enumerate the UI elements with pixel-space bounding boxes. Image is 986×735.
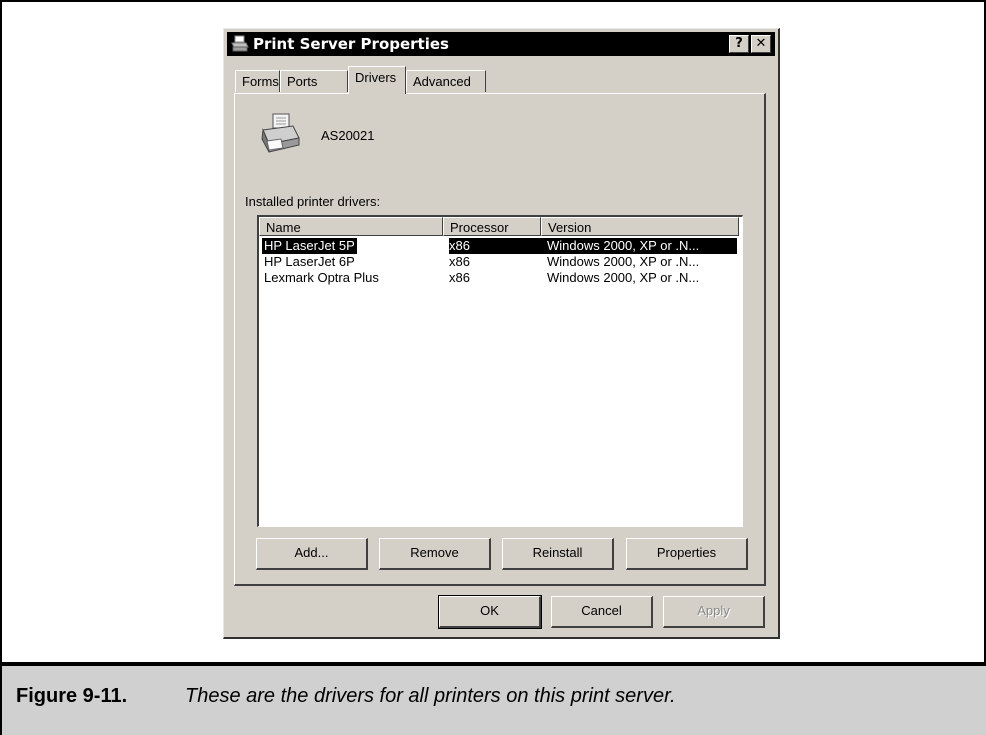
apply-button[interactable]: Apply [663, 596, 765, 628]
column-label: Name [266, 220, 301, 235]
ok-button[interactable]: OK [438, 595, 542, 629]
properties-button[interactable]: Properties [626, 538, 748, 570]
column-header-version[interactable]: Version [541, 217, 739, 236]
tab-label: Forms [242, 74, 279, 89]
driver-processor: x86 [449, 254, 470, 269]
list-header: Name Processor Version [259, 217, 742, 237]
list-item[interactable]: HP LaserJet 5P x86 Windows 2000, XP or .… [259, 238, 737, 254]
driver-name: Lexmark Optra Plus [264, 270, 379, 285]
column-label: Processor [450, 220, 509, 235]
help-button[interactable]: ? [729, 35, 749, 53]
button-label: Remove [410, 545, 459, 560]
driver-version: Windows 2000, XP or .N... [547, 254, 700, 269]
figure-number: Figure 9-11. [16, 685, 128, 707]
button-label: Apply [697, 603, 730, 618]
tab-advanced[interactable]: Advanced [406, 70, 486, 92]
help-icon: ? [735, 36, 743, 51]
reinstall-button[interactable]: Reinstall [502, 538, 614, 570]
server-name: AS20021 [321, 128, 375, 143]
button-label: Cancel [581, 603, 622, 618]
driver-processor: x86 [449, 270, 470, 285]
cancel-button[interactable]: Cancel [551, 596, 653, 628]
tab-label: Advanced [413, 74, 471, 89]
button-label: Properties [656, 545, 717, 560]
print-server-properties-dialog: Print Server Properties ? ✕ Forms Ports … [223, 28, 780, 639]
driver-version: Windows 2000, XP or .N... [547, 238, 700, 253]
title-bar[interactable]: Print Server Properties ? ✕ [227, 32, 775, 56]
list-item[interactable]: HP LaserJet 6P x86 Windows 2000, XP or .… [259, 254, 737, 270]
tab-drivers[interactable]: Drivers [348, 66, 406, 94]
close-icon: ✕ [755, 36, 767, 51]
drivers-panel: AS20021 Installed printer drivers: Name … [234, 93, 766, 586]
button-label: Reinstall [532, 545, 583, 560]
dialog-title: Print Server Properties [253, 35, 449, 53]
figure-caption-text: These are the drivers for all printers o… [185, 685, 676, 707]
column-header-processor[interactable]: Processor [443, 217, 541, 236]
tab-label: Ports [287, 74, 318, 89]
printer-icon [231, 35, 249, 52]
driver-version: Windows 2000, XP or .N... [547, 270, 700, 285]
column-label: Version [548, 220, 592, 235]
tab-forms[interactable]: Forms [235, 70, 280, 92]
column-header-name[interactable]: Name [259, 217, 443, 236]
driver-name: HP LaserJet 5P [262, 238, 357, 254]
tab-label: Drivers [355, 70, 397, 85]
button-label: Add... [294, 545, 329, 560]
driver-processor: x86 [449, 238, 470, 253]
close-button[interactable]: ✕ [751, 35, 771, 53]
remove-button[interactable]: Remove [379, 538, 491, 570]
add-button[interactable]: Add... [256, 538, 368, 570]
drivers-list[interactable]: Name Processor Version HP LaserJet 5P x8… [257, 215, 743, 527]
figure-caption: Figure 9-11. These are the drivers for a… [0, 662, 986, 735]
tab-ports[interactable]: Ports [280, 70, 348, 92]
installed-drivers-label: Installed printer drivers: [245, 194, 381, 209]
printer-icon [261, 113, 300, 153]
button-label: OK [480, 603, 499, 618]
list-item[interactable]: Lexmark Optra Plus x86 Windows 2000, XP … [259, 270, 737, 286]
driver-name: HP LaserJet 6P [264, 254, 355, 269]
